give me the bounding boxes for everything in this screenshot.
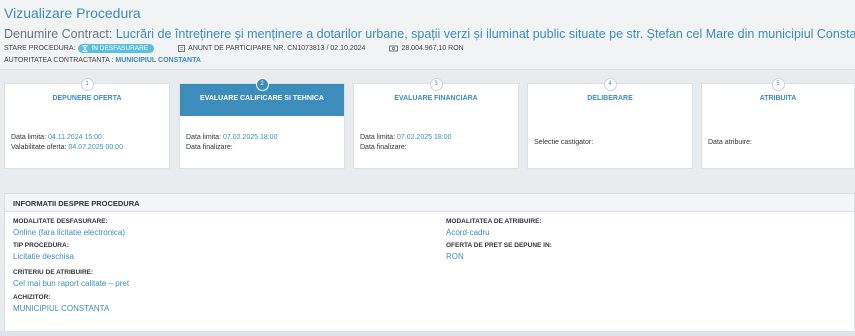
- step-line-label: Data limita:: [11, 134, 47, 141]
- field-criteriu-atribuire: CRITERIU DE ATRIBUIRE: Cel mai bun rapor…: [13, 269, 129, 288]
- step-line-value: 04.07.2025 00:00: [68, 144, 123, 151]
- step-header: 1 DEPUNERE OFERTA: [5, 78, 169, 116]
- step-number: 2: [255, 78, 269, 91]
- step-deadline: Data limita: 07.02.2025 18:00: [360, 134, 451, 141]
- contract-prefix: Denumire Contract:: [4, 27, 113, 41]
- field-label: ACHIZITOR:: [13, 294, 51, 301]
- buyer-link[interactable]: MUNICIPIUL CONSTANTA: [13, 304, 109, 313]
- status-label: STARE PROCEDURA:: [4, 45, 76, 52]
- step-header: 3 EVALUARE FINANCIARA: [354, 78, 518, 116]
- procedure-info-panel: INFORMATII DESPRE PROCEDURA MODALITATE D…: [4, 193, 855, 336]
- field-value: Licitatie deschisa: [13, 252, 74, 261]
- status-badge-text: IN DESFASURARE: [91, 45, 149, 52]
- step-label: EVALUARE CALIFICARE SI TEHNICA: [200, 95, 324, 102]
- value-currency: RON: [448, 45, 464, 52]
- next-panel-edge: [0, 331, 855, 336]
- hourglass-icon: [82, 45, 88, 52]
- step-evaluare-calificare[interactable]: 2 EVALUARE CALIFICARE SI TEHNICA Data li…: [179, 78, 345, 169]
- step-deadline: Data limita: 07.02.2025 18:00: [186, 134, 277, 141]
- step-evaluare-financiara[interactable]: 3 EVALUARE FINANCIARA Data limita: 07.02…: [353, 78, 519, 169]
- field-value: RON: [446, 252, 464, 261]
- field-oferta-pret-moneda: OFERTA DE PRET SE DEPUNE IN: RON: [446, 242, 552, 261]
- step-line-label: Data atribuire:: [708, 139, 752, 146]
- field-value: Online (fara licitatie electronica): [13, 228, 126, 237]
- step-number: 4: [603, 78, 617, 91]
- field-label: CRITERIU DE ATRIBUIRE:: [13, 269, 94, 276]
- procedure-meta: STARE PROCEDURA: IN DESFASURARE ANUNT DE…: [4, 44, 464, 53]
- field-modalitatea-atribuire: MODALITATEA DE ATRIBUIRE: Acord-cadru: [446, 218, 542, 237]
- panel-header[interactable]: INFORMATII DESPRE PROCEDURA: [5, 194, 854, 212]
- step-number: 5: [771, 78, 785, 91]
- step-label: DELIBERARE: [587, 95, 633, 102]
- step-line-value: 07.02.2025 18:00: [396, 134, 452, 141]
- authority-label: AUTORITATEA CONTRACTANTA :: [4, 57, 114, 64]
- field-achizitor: ACHIZITOR: MUNICIPIUL CONSTANTA: [13, 294, 109, 313]
- step-validity: Valabilitate oferta: 04.07.2025 00:00: [11, 144, 123, 151]
- step-header: 2 EVALUARE CALIFICARE SI TEHNICA: [180, 78, 344, 116]
- step-atribuita[interactable]: 5 ATRIBUITA Data atribuire:: [701, 78, 855, 169]
- step-header: 4 DELIBERARE: [528, 78, 692, 116]
- contracting-authority: AUTORITATEA CONTRACTANTA : MUNICIPIUL CO…: [4, 57, 201, 64]
- step-line-label: Data finalizare:: [186, 144, 233, 151]
- step-deadline: Data limita: 04.11.2024 15:00: [11, 134, 102, 141]
- step-header: 5 ATRIBUITA: [702, 78, 854, 116]
- document-icon: [178, 45, 186, 52]
- step-finalization: Data finalizare:: [360, 144, 407, 151]
- field-value: Acord-cadru: [446, 228, 490, 237]
- step-depunere-oferta[interactable]: 1 DEPUNERE OFERTA Data limita: 04.11.202…: [4, 78, 170, 169]
- procedure-steps: 1 DEPUNERE OFERTA Data limita: 04.11.202…: [4, 78, 855, 169]
- step-line-label: Valabilitate oferta:: [11, 144, 67, 151]
- page-title: Vizualizare Procedura: [4, 5, 141, 21]
- step-line-label: Data limita:: [186, 134, 222, 141]
- step-label: EVALUARE FINANCIARA: [394, 95, 478, 102]
- step-label: DEPUNERE OFERTA: [52, 95, 122, 102]
- step-award-date: Data atribuire:: [708, 139, 752, 146]
- field-value: Cel mai bun raport calitate – pret: [13, 279, 130, 288]
- contract-title: Denumire Contract: Lucrări de întreținer…: [4, 27, 855, 41]
- panel-title: INFORMATII DESPRE PROCEDURA: [13, 199, 140, 208]
- field-tip-procedura: TIP PROCEDURA: Licitatie deschisa: [13, 242, 74, 261]
- field-label: MODALITATE DESFASURARE:: [13, 218, 108, 225]
- step-line-label: Data finalizare:: [360, 144, 407, 151]
- value-info: 28.004.967,10 RON: [389, 45, 464, 52]
- step-finalization: Data finalizare:: [186, 144, 233, 151]
- status-badge: IN DESFASURARE: [78, 44, 155, 53]
- contract-name: Lucrări de întreținere și menținere a do…: [115, 27, 855, 41]
- field-label: TIP PROCEDURA:: [13, 242, 69, 249]
- notice-info: ANUNT DE PARTICIPARE NR. CN1073813 / 02.…: [178, 45, 365, 52]
- step-line-value: 07.02.2025 18:00: [222, 134, 278, 141]
- authority-link[interactable]: MUNICIPIUL CONSTANTA: [115, 57, 201, 64]
- notice-text[interactable]: ANUNT DE PARTICIPARE NR. CN1073813 / 02.…: [188, 45, 365, 52]
- step-number: 3: [429, 78, 443, 91]
- estimated-value: 28.004.967,10: [401, 45, 447, 52]
- procedure-header: Vizualizare Procedura Denumire Contract:…: [0, 0, 855, 70]
- field-label: OFERTA DE PRET SE DEPUNE IN:: [446, 242, 552, 249]
- step-line-label: Data limita:: [360, 134, 396, 141]
- money-icon: [389, 45, 399, 52]
- step-label: ATRIBUITA: [759, 95, 797, 102]
- step-line-label: Selectie castigator:: [534, 139, 594, 146]
- field-label: MODALITATEA DE ATRIBUIRE:: [446, 218, 542, 225]
- step-line-value: 04.11.2024 15:00: [47, 134, 102, 141]
- step-winner-selection: Selectie castigator:: [534, 139, 593, 146]
- field-modalitate-desfasurare: MODALITATE DESFASURARE: Online (fara lic…: [13, 218, 125, 237]
- step-deliberare[interactable]: 4 DELIBERARE Selectie castigator:: [527, 78, 693, 169]
- step-number: 1: [80, 78, 94, 91]
